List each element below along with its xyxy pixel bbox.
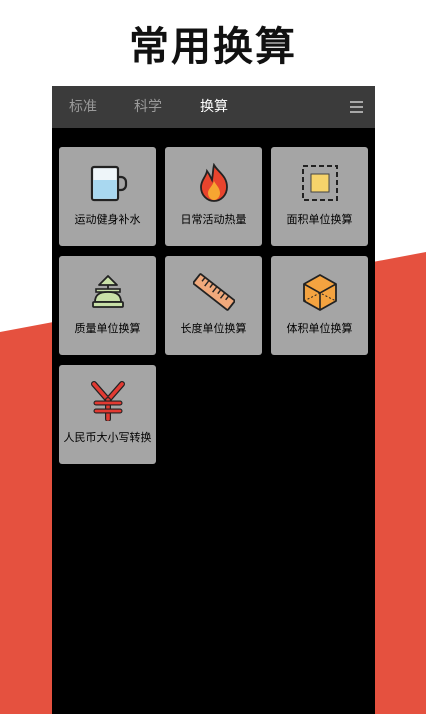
tool-tile-rmb-case[interactable]: 人民币大小写转换 (59, 365, 156, 464)
tool-tile-volume[interactable]: 体积单位换算 (271, 256, 368, 355)
area-square-icon (302, 165, 338, 201)
tool-tile-hydration[interactable]: 运动健身补水 (59, 147, 156, 246)
tool-label: 日常活动热量 (180, 213, 247, 226)
tab-standard[interactable]: 标准 (69, 86, 97, 128)
tool-tile-calories[interactable]: 日常活动热量 (165, 147, 262, 246)
water-cup-icon (90, 165, 128, 202)
ruler-icon (193, 273, 235, 311)
tool-label: 面积单位换算 (286, 213, 353, 226)
tool-label: 人民币大小写转换 (63, 431, 152, 444)
mode-tab-bar: 标准 科学 换算 (52, 86, 375, 128)
phone-screen: 标准 科学 换算 运动健身补水 日常活动热量 面积单位换算 质量单位换算 长度单… (52, 86, 375, 714)
weight-scale-icon (92, 275, 124, 308)
page-headline: 常用换算 (129, 24, 297, 70)
cube-icon (303, 274, 337, 311)
hamburger-menu-icon[interactable] (350, 101, 363, 113)
tool-label: 体积单位换算 (286, 322, 353, 335)
tab-scientific[interactable]: 科学 (134, 86, 162, 128)
tool-label: 质量单位换算 (74, 322, 141, 335)
tool-tile-area[interactable]: 面积单位换算 (271, 147, 368, 246)
tool-label: 长度单位换算 (180, 322, 247, 335)
tool-tile-length[interactable]: 长度单位换算 (165, 256, 262, 355)
tool-label: 运动健身补水 (74, 213, 141, 226)
flame-icon (200, 163, 228, 202)
yuan-icon (91, 381, 125, 421)
tab-conversion[interactable]: 换算 (200, 86, 228, 128)
tool-tile-mass[interactable]: 质量单位换算 (59, 256, 156, 355)
